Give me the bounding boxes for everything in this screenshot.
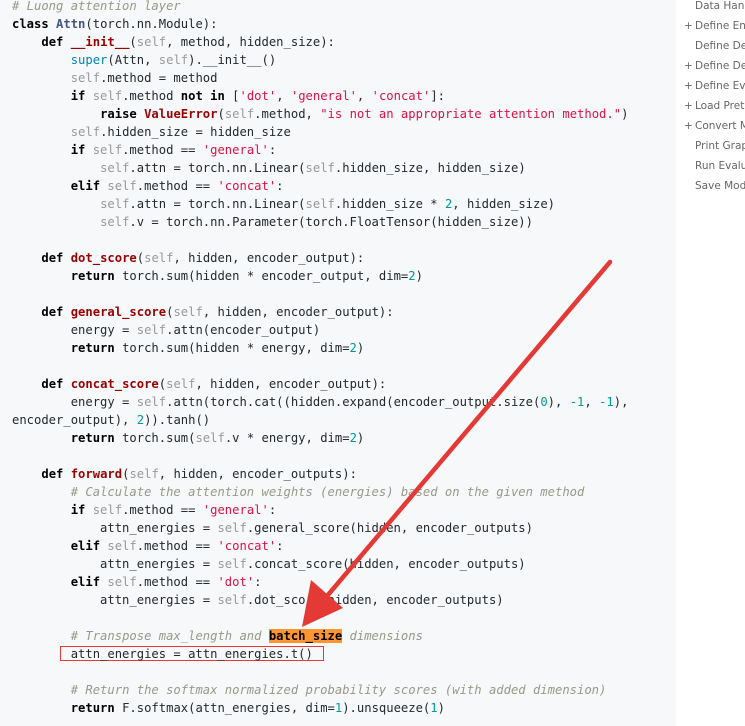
annotation-arrow-icon [302,259,613,627]
